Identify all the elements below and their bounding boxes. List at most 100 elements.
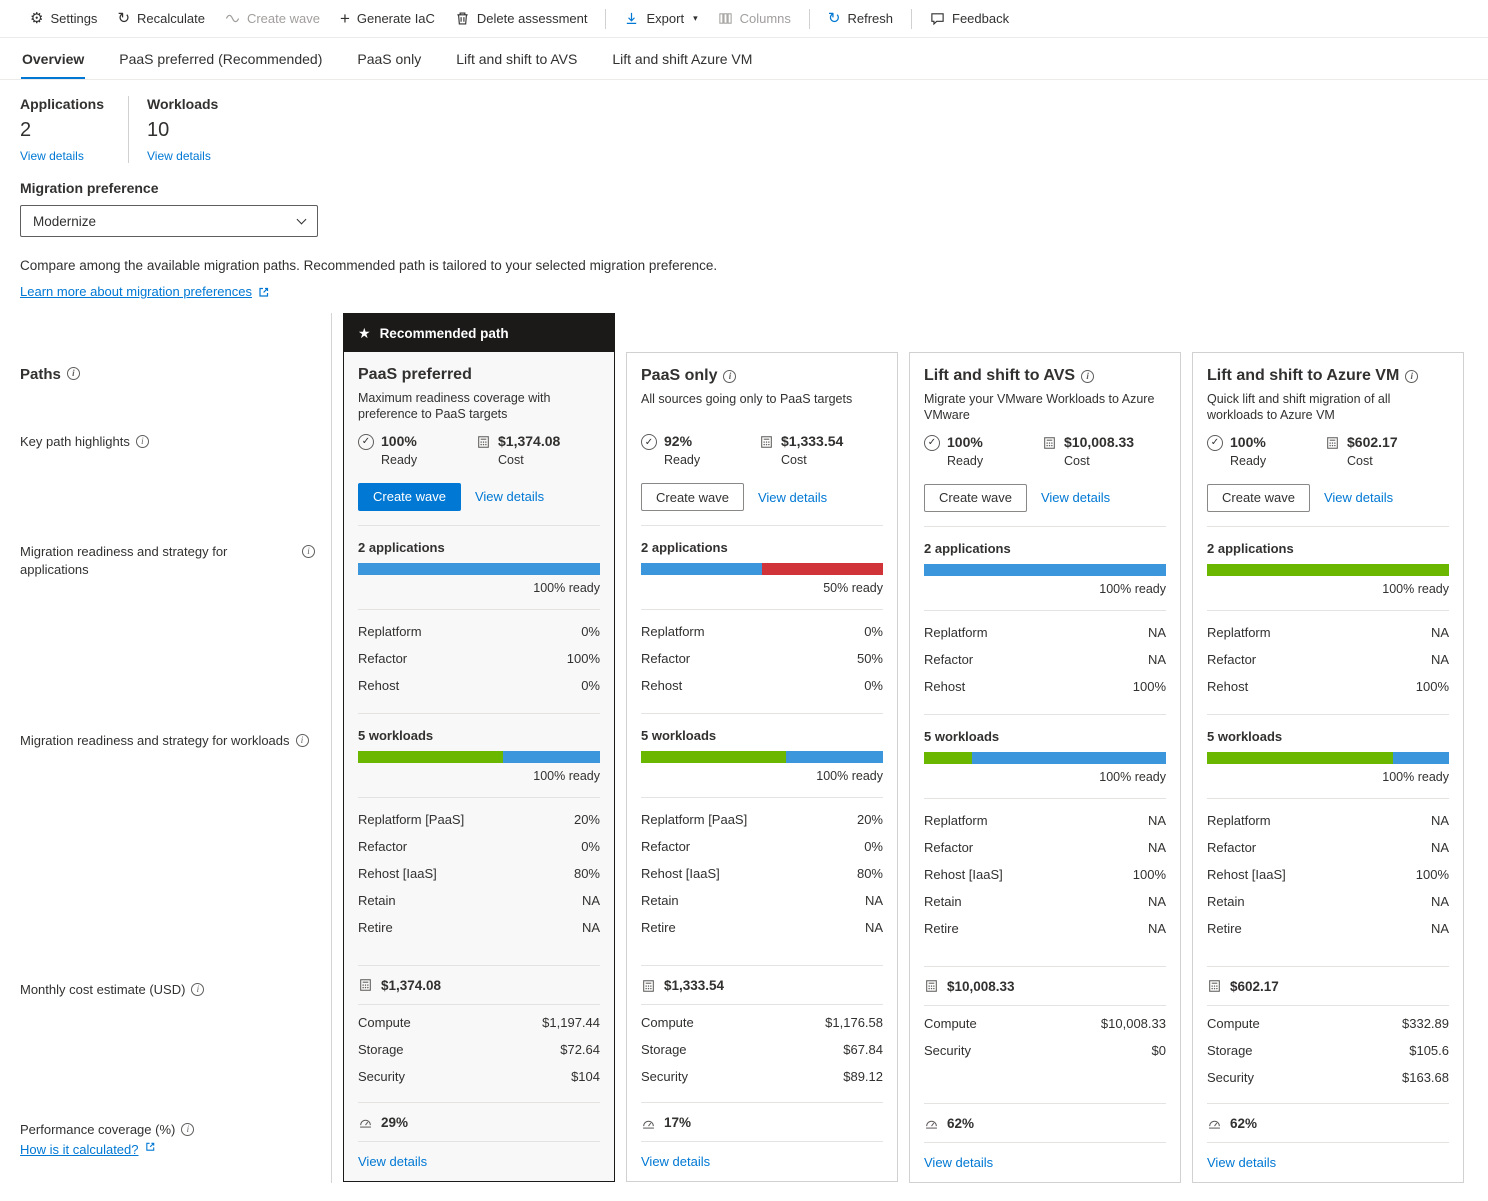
divider (1207, 609, 1449, 611)
columns-label: Columns (739, 11, 791, 26)
strategy-value: 100% (1415, 866, 1449, 882)
info-icon[interactable] (1081, 370, 1095, 383)
create-wave-button[interactable]: Create wave (924, 483, 1027, 512)
applications-ready-text: 100% ready (533, 580, 600, 595)
cost-row: Storage $67.84 (641, 1036, 883, 1063)
view-details-link[interactable]: View details (475, 489, 544, 504)
create-wave-button[interactable]: Create wave (358, 482, 461, 511)
strategy-label: Retain (1207, 893, 1245, 909)
learn-more-link[interactable]: Learn more about migration preferences (20, 284, 270, 299)
create-wave-button[interactable]: Create wave (641, 483, 744, 511)
tab-paas-preferred[interactable]: PaaS preferred (Recommended) (118, 38, 323, 79)
tab-overview[interactable]: Overview (21, 38, 86, 79)
workloads-readiness-bar (641, 751, 883, 763)
strategy-row: Rehost 100% (924, 673, 1166, 700)
cost-row: Compute $1,176.58 (641, 1009, 883, 1036)
strategy-label: Refactor (924, 651, 974, 667)
strategy-value: NA (1430, 624, 1449, 640)
ready-value: 92% (664, 433, 693, 449)
strategy-value: NA (1430, 893, 1449, 909)
info-icon[interactable] (191, 983, 205, 996)
monthly-cost-total: $1,374.08 (358, 978, 600, 993)
strategy-row: Retire NA (924, 915, 1166, 942)
strategy-label: Retire (358, 919, 393, 935)
workloads-section-title: 5 workloads (924, 728, 1000, 744)
recalculate-label: Recalculate (137, 11, 205, 26)
divider (924, 1141, 1166, 1143)
view-details-link[interactable]: View details (1041, 490, 1110, 505)
applications-view-details-link[interactable]: View details (20, 149, 84, 163)
generate-iac-button[interactable]: + Generate IaC (330, 5, 445, 32)
info-icon[interactable] (302, 545, 315, 558)
settings-button[interactable]: ⚙ Settings (20, 6, 107, 31)
performance-coverage-value: 62% (1230, 1115, 1258, 1131)
cost-row-value: $89.12 (843, 1069, 883, 1084)
cost-value: $1,374.08 (498, 432, 561, 449)
plus-icon: + (339, 9, 350, 28)
feedback-button[interactable]: Feedback (920, 6, 1019, 31)
view-details-link[interactable]: View details (641, 1154, 710, 1169)
info-icon[interactable] (295, 734, 309, 747)
strategy-row: Refactor 0% (641, 833, 883, 860)
applications-section-title: 2 applications (641, 540, 728, 555)
cost-row-label: Storage (641, 1042, 687, 1057)
view-details-link[interactable]: View details (758, 490, 827, 505)
tab-lift-shift-avs[interactable]: Lift and shift to AVS (455, 38, 578, 79)
divider (1207, 1004, 1449, 1006)
info-icon[interactable] (181, 1123, 195, 1136)
ready-metric: ✓ 92% Ready (641, 433, 759, 467)
strategy-value: NA (864, 920, 883, 935)
how-calculated-link[interactable]: How is it calculated? (20, 1141, 139, 1159)
create-wave-button[interactable]: Create wave (1207, 483, 1310, 512)
recalculate-button[interactable]: ↻ Recalculate (107, 6, 215, 31)
applications-strategy-rows: Replatform NA Refactor NA Rehost 100% (924, 619, 1166, 700)
strategy-label: Replatform [PaaS] (358, 811, 465, 827)
info-icon[interactable] (66, 367, 80, 380)
path-card-azure-vm: Lift and shift to Azure VM Quick lift an… (1192, 352, 1464, 1183)
ready-value: 100% (1230, 433, 1266, 450)
applications-readiness-bar (641, 563, 883, 575)
view-details-link[interactable]: View details (924, 1155, 993, 1170)
refresh-button[interactable]: ↻ Refresh (818, 6, 903, 31)
view-details-link[interactable]: View details (1207, 1155, 1276, 1170)
compare-description: Compare among the available migration pa… (20, 258, 718, 273)
applications-strategy-rows: Replatform NA Refactor NA Rehost 100% (1207, 619, 1449, 700)
strategy-row: Rehost [IaaS] 80% (358, 860, 600, 887)
tab-paas-only[interactable]: PaaS only (356, 38, 422, 79)
strategy-row: Rehost 100% (1207, 673, 1449, 700)
strategy-label: Replatform (924, 812, 988, 828)
applications-strategy-rows: Replatform 0% Refactor 100% Rehost 0% (358, 618, 600, 699)
performance-gauge-icon (358, 1115, 373, 1129)
cost-row: Compute $10,008.33 (924, 1010, 1166, 1037)
monthly-cost-total: $10,008.33 (924, 979, 1166, 994)
applications-readiness-bar (924, 563, 1166, 576)
cost-breakdown-rows: Compute $1,197.44 Storage $72.64 Securit… (358, 1009, 600, 1091)
workloads-section-title: 5 workloads (358, 727, 434, 743)
paths-comparison: Paths Key path highlights Migration read… (0, 313, 1488, 1201)
workloads-view-details-link[interactable]: View details (147, 149, 211, 163)
info-icon[interactable] (135, 435, 149, 448)
migration-preference-label: Migration preference (20, 180, 159, 196)
strategy-row: Replatform 0% (358, 618, 600, 645)
migration-preference-dropdown[interactable]: Modernize (20, 205, 318, 237)
view-details-link[interactable]: View details (1324, 490, 1393, 505)
tab-lift-shift-azure-vm[interactable]: Lift and shift Azure VM (611, 38, 753, 79)
path-card-avs: Lift and shift to AVS Migrate your VMwar… (909, 352, 1181, 1183)
strategy-value: NA (1147, 893, 1166, 909)
info-icon[interactable] (1405, 370, 1419, 383)
divider (358, 1140, 600, 1142)
cost-value: $602.17 (1347, 433, 1398, 450)
strategy-label: Replatform (358, 623, 422, 639)
info-icon[interactable] (723, 370, 737, 383)
strategy-row: Retire NA (1207, 915, 1449, 942)
strategy-label: Refactor (358, 650, 408, 666)
export-button[interactable]: Export ▾ (614, 6, 707, 31)
delete-assessment-button[interactable]: Delete assessment (445, 6, 598, 31)
strategy-label: Rehost [IaaS] (924, 866, 1003, 882)
divider (358, 712, 600, 714)
view-details-link[interactable]: View details (358, 1154, 427, 1169)
cost-row-value: $1,176.58 (825, 1015, 883, 1030)
learn-more-link-text: Learn more about migration preferences (20, 284, 252, 299)
card-actions: Create wave View details (1207, 483, 1449, 512)
command-bar: ⚙ Settings ↻ Recalculate Create wave + G… (0, 0, 1488, 38)
